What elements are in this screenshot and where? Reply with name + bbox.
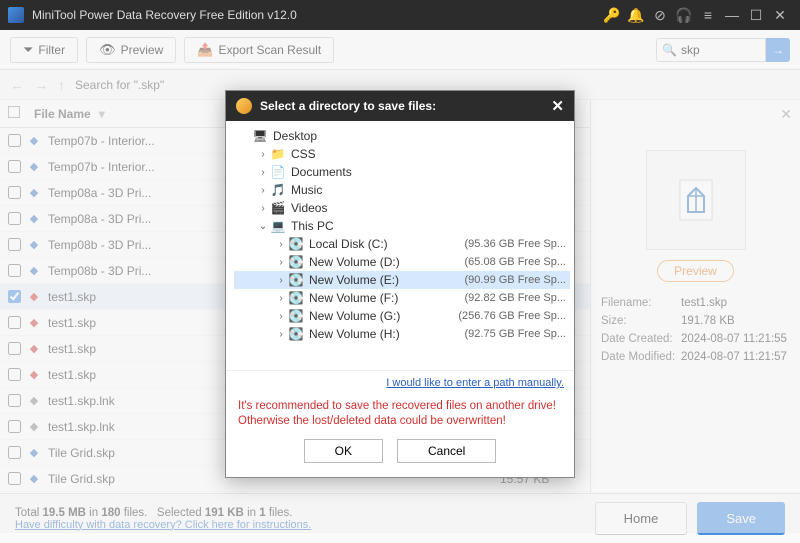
tree-desktop-icon: 🖥	[252, 129, 268, 143]
tree-node[interactable]: ›📁 CSS	[234, 145, 570, 163]
tree-free-space: (95.36 GB Free Sp...	[465, 238, 567, 250]
tree-node[interactable]: ›💽 New Volume (E:)(90.99 GB Free Sp...	[234, 271, 570, 289]
tree-pc-icon: 💻	[270, 219, 286, 233]
tree-doc-icon: 📄	[270, 165, 286, 179]
tree-node[interactable]: ⌄💻 This PC	[234, 217, 570, 235]
menu-icon[interactable]: ≡	[696, 7, 720, 23]
tree-label: New Volume (D:)	[309, 255, 465, 269]
overwrite-warning: It's recommended to save the recovered f…	[226, 393, 574, 439]
tree-label: Videos	[291, 201, 566, 215]
modal-ok-button[interactable]: OK	[304, 439, 383, 463]
tree-drive-icon: 💽	[288, 255, 304, 269]
tree-drive-icon: 💽	[288, 273, 304, 287]
tree-caret-icon[interactable]: ›	[256, 167, 270, 178]
tree-label: CSS	[291, 147, 566, 161]
tree-node[interactable]: ›🎬 Videos	[234, 199, 570, 217]
tree-node[interactable]: ›💽 New Volume (D:)(65.08 GB Free Sp...	[234, 253, 570, 271]
tree-node[interactable]: ›💽 New Volume (H:)(92.75 GB Free Sp...	[234, 325, 570, 343]
save-directory-modal: Select a directory to save files: ✕ 🖥 Des…	[225, 90, 575, 478]
minimize-icon[interactable]: —	[720, 7, 744, 23]
tree-caret-icon[interactable]: ›	[274, 275, 288, 286]
tree-caret-icon[interactable]: ⌄	[256, 221, 270, 232]
tree-node[interactable]: ›💽 Local Disk (C:)(95.36 GB Free Sp...	[234, 235, 570, 253]
tree-caret-icon[interactable]: ›	[256, 149, 270, 160]
tree-node[interactable]: ›🎵 Music	[234, 181, 570, 199]
tree-label: Music	[291, 183, 566, 197]
directory-tree: 🖥Desktop›📁CSS›📄Documents›🎵Music›🎬Videos⌄…	[226, 121, 574, 371]
tree-label: New Volume (E:)	[309, 273, 465, 287]
tree-label: Local Disk (C:)	[309, 237, 465, 251]
modal-close-icon[interactable]: ✕	[551, 97, 564, 115]
tree-free-space: (92.75 GB Free Sp...	[465, 328, 567, 340]
tree-label: Desktop	[273, 129, 566, 143]
headset-icon[interactable]: 🎧	[672, 7, 696, 24]
tree-label: Documents	[291, 165, 566, 179]
tree-free-space: (92.82 GB Free Sp...	[465, 292, 567, 304]
modal-header: Select a directory to save files: ✕	[226, 91, 574, 121]
tree-free-space: (256.76 GB Free Sp...	[458, 310, 566, 322]
tree-caret-icon[interactable]: ›	[274, 311, 288, 322]
maximize-icon[interactable]: ☐	[744, 7, 768, 24]
tree-label: New Volume (H:)	[309, 327, 465, 341]
close-icon[interactable]: ✕	[768, 7, 792, 24]
tree-caret-icon[interactable]: ›	[256, 203, 270, 214]
disc-icon[interactable]: ⊘	[648, 7, 672, 24]
titlebar: MiniTool Power Data Recovery Free Editio…	[0, 0, 800, 30]
tree-label: New Volume (G:)	[309, 309, 458, 323]
modal-title: Select a directory to save files:	[260, 99, 436, 113]
tree-drive-icon: 💽	[288, 309, 304, 323]
modal-cancel-button[interactable]: Cancel	[397, 439, 496, 463]
tree-free-space: (90.99 GB Free Sp...	[465, 274, 567, 286]
key-icon[interactable]: 🔑	[600, 7, 624, 24]
tree-drive-icon: 💽	[288, 237, 304, 251]
tree-free-space: (65.08 GB Free Sp...	[465, 256, 567, 268]
tree-caret-icon[interactable]: ›	[274, 239, 288, 250]
tree-node[interactable]: ›💽 New Volume (F:)(92.82 GB Free Sp...	[234, 289, 570, 307]
tree-caret-icon[interactable]: ›	[256, 185, 270, 196]
window-title: MiniTool Power Data Recovery Free Editio…	[32, 8, 600, 22]
tree-video-icon: 🎬	[270, 201, 286, 215]
app-logo-icon	[8, 7, 24, 23]
tree-node[interactable]: 🖥 Desktop	[234, 127, 570, 145]
modal-app-icon	[236, 98, 252, 114]
manual-path-link[interactable]: I would like to enter a path manually.	[386, 377, 564, 389]
tree-label: This PC	[291, 219, 566, 233]
tree-folder-icon: 📁	[270, 147, 286, 161]
tree-caret-icon[interactable]: ›	[274, 329, 288, 340]
tree-caret-icon[interactable]: ›	[274, 257, 288, 268]
tree-drive-icon: 💽	[288, 327, 304, 341]
bell-icon[interactable]: 🔔	[624, 7, 648, 24]
tree-label: New Volume (F:)	[309, 291, 465, 305]
tree-drive-icon: 💽	[288, 291, 304, 305]
tree-music-icon: 🎵	[270, 183, 286, 197]
tree-node[interactable]: ›💽 New Volume (G:)(256.76 GB Free Sp...	[234, 307, 570, 325]
tree-node[interactable]: ›📄 Documents	[234, 163, 570, 181]
tree-caret-icon[interactable]: ›	[274, 293, 288, 304]
